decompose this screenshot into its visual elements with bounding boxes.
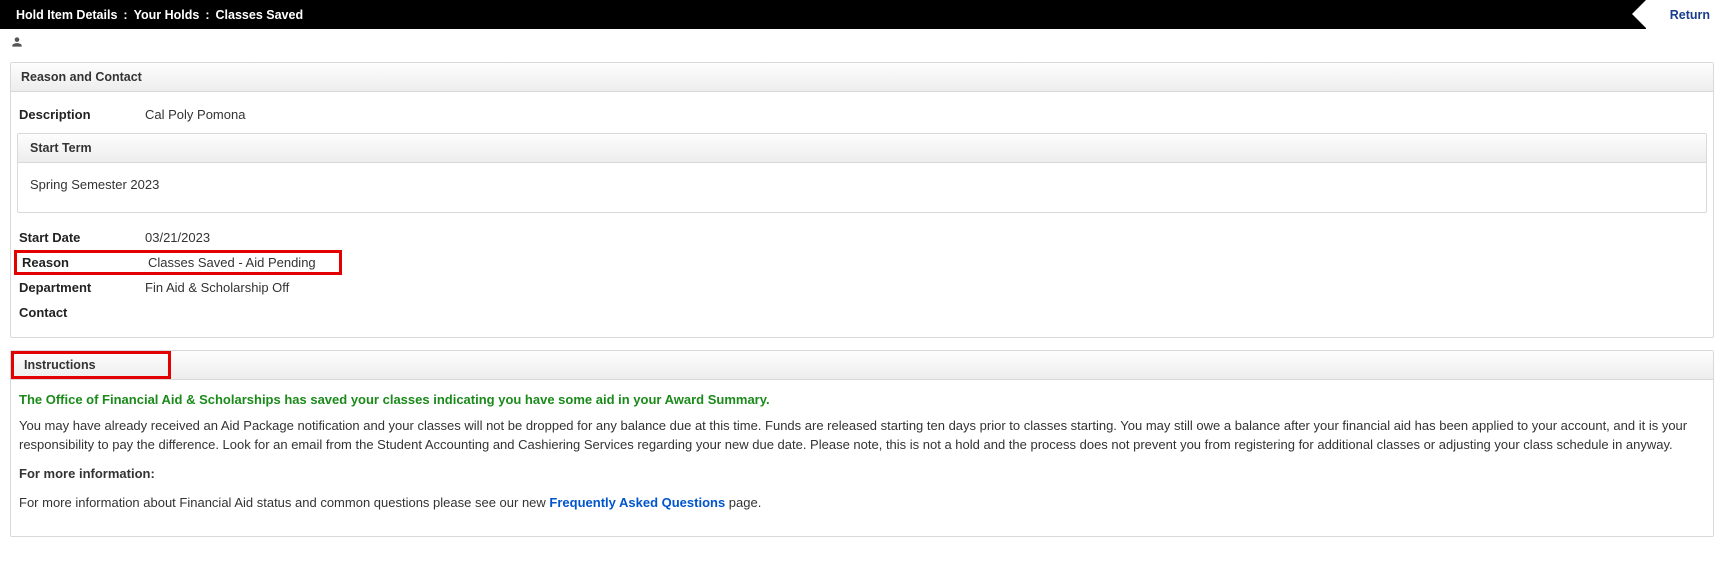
reason-value: Classes Saved - Aid Pending	[148, 255, 316, 270]
instructions-body-2-post: page.	[725, 495, 761, 510]
start-date-value: 03/21/2023	[145, 230, 210, 245]
breadcrumb-separator: :	[123, 8, 127, 22]
contact-row: Contact	[17, 300, 1707, 325]
breadcrumb-item-2[interactable]: Your Holds	[134, 8, 200, 22]
department-value: Fin Aid & Scholarship Off	[145, 280, 289, 295]
reason-row: Reason Classes Saved - Aid Pending	[20, 255, 339, 270]
start-term-value: Spring Semester 2023	[18, 163, 1706, 212]
breadcrumb: Hold Item Details : Your Holds : Classes…	[16, 8, 303, 22]
department-label: Department	[17, 280, 145, 295]
description-row: Description Cal Poly Pomona	[17, 102, 1707, 127]
user-row	[0, 29, 1724, 56]
faq-link[interactable]: Frequently Asked Questions	[549, 495, 725, 510]
start-date-label: Start Date	[17, 230, 145, 245]
reason-contact-panel: Reason and Contact Description Cal Poly …	[10, 62, 1714, 338]
breadcrumb-separator: :	[205, 8, 209, 22]
start-term-subpanel: Start Term Spring Semester 2023	[17, 133, 1707, 213]
description-value: Cal Poly Pomona	[145, 107, 245, 122]
instructions-body-2: For more information about Financial Aid…	[19, 494, 1705, 513]
instructions-body-2-pre: For more information about Financial Aid…	[19, 495, 549, 510]
return-button-label: Return	[1670, 8, 1710, 22]
instructions-panel: Instructions The Office of Financial Aid…	[10, 350, 1714, 537]
reason-contact-header: Reason and Contact	[11, 63, 1713, 92]
contact-label: Contact	[17, 305, 145, 320]
reason-label: Reason	[20, 255, 148, 270]
instructions-header: Instructions	[14, 354, 106, 376]
more-info-label: For more information:	[19, 465, 1705, 484]
start-date-row: Start Date 03/21/2023	[17, 225, 1707, 250]
top-bar: Hold Item Details : Your Holds : Classes…	[0, 0, 1724, 29]
breadcrumb-item-1[interactable]: Hold Item Details	[16, 8, 117, 22]
start-term-header: Start Term	[18, 134, 1706, 163]
description-label: Description	[17, 107, 145, 122]
instructions-headline: The Office of Financial Aid & Scholarshi…	[19, 392, 1705, 407]
user-icon	[10, 37, 24, 52]
instructions-highlight-box: Instructions	[11, 351, 171, 379]
breadcrumb-item-3[interactable]: Classes Saved	[216, 8, 304, 22]
reason-highlight-box: Reason Classes Saved - Aid Pending	[14, 250, 342, 275]
department-row: Department Fin Aid & Scholarship Off	[17, 275, 1707, 300]
return-button[interactable]: Return	[1646, 0, 1724, 29]
instructions-body-1: You may have already received an Aid Pac…	[19, 417, 1705, 455]
